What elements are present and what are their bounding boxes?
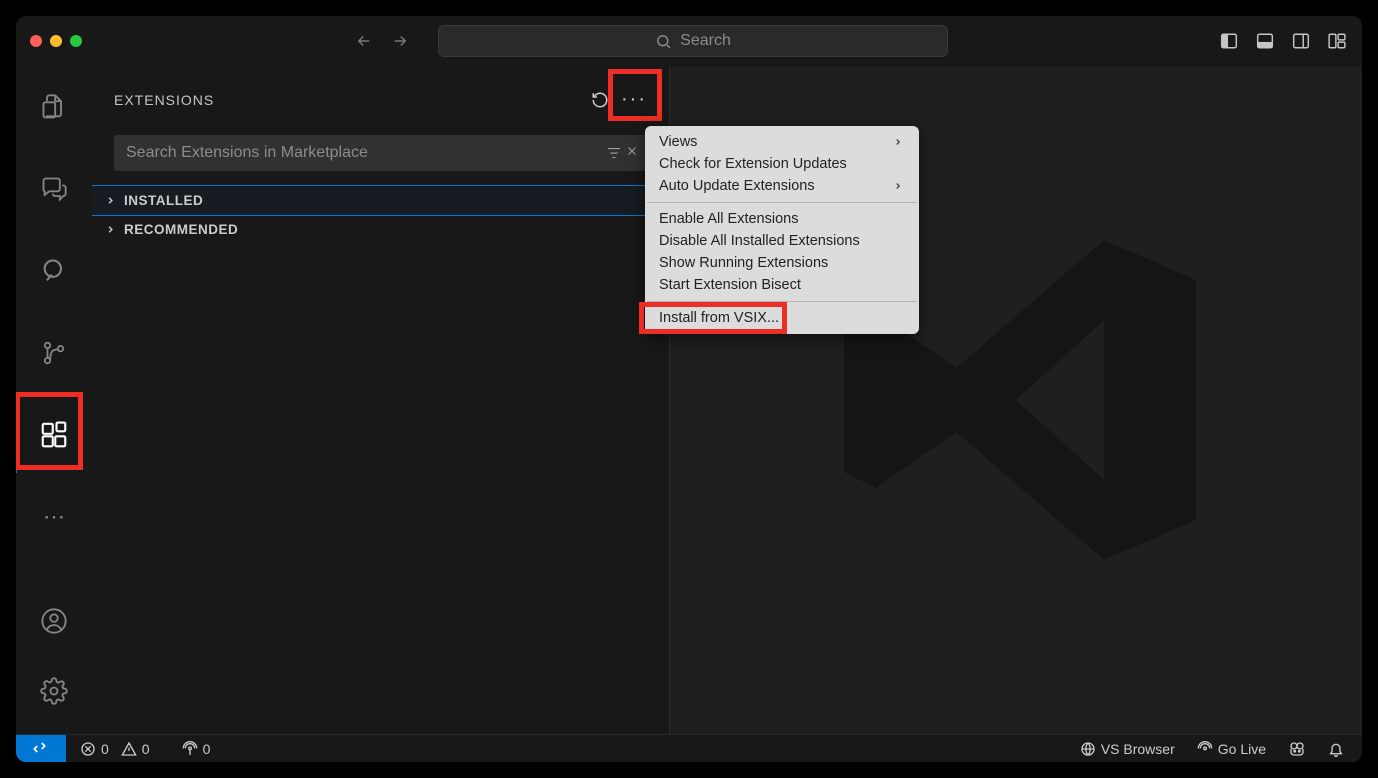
chevron-right-icon <box>893 137 903 147</box>
customize-layout-icon[interactable] <box>1326 30 1348 52</box>
menu-separator <box>647 202 917 203</box>
back-button[interactable] <box>352 29 376 53</box>
status-vs-browser[interactable]: VS Browser <box>1080 741 1175 757</box>
minimize-window-button[interactable] <box>50 35 62 47</box>
toggle-secondary-side-bar-icon[interactable] <box>1290 30 1312 52</box>
extension-search-input[interactable]: Search Extensions in Marketplace <box>114 135 647 171</box>
search-placeholder: Search <box>680 32 731 50</box>
toggle-primary-side-bar-icon[interactable] <box>1218 30 1240 52</box>
extensions-more-menu: Views Check for Extension Updates Auto U… <box>645 126 919 334</box>
title-bar: Search <box>16 16 1362 66</box>
window-controls <box>30 35 82 47</box>
maximize-window-button[interactable] <box>70 35 82 47</box>
more-actions-button[interactable]: ··· <box>621 88 647 111</box>
extensions-tab[interactable] <box>31 412 77 458</box>
search-tab[interactable] <box>31 248 77 294</box>
accounts-button[interactable] <box>31 598 77 644</box>
extensions-sidebar: EXTENSIONS ··· Search Extensions in Mark… <box>92 66 670 734</box>
menu-views[interactable]: Views <box>645 131 919 153</box>
status-ports[interactable]: 0 <box>182 741 211 757</box>
search-icon <box>655 33 672 50</box>
status-errors[interactable]: 0 <box>80 741 109 757</box>
recommended-section-header[interactable]: RECOMMENDED <box>92 216 669 243</box>
menu-check-updates[interactable]: Check for Extension Updates <box>645 153 919 175</box>
chevron-right-icon <box>102 224 118 235</box>
activity-bar: ⋯ <box>16 66 92 734</box>
extension-search-placeholder: Search Extensions in Marketplace <box>126 144 368 162</box>
filter-icon[interactable] <box>605 144 623 162</box>
menu-install-vsix[interactable]: Install from VSIX... <box>645 307 919 329</box>
forward-button[interactable] <box>388 29 412 53</box>
source-control-tab[interactable] <box>31 330 77 376</box>
menu-disable-all[interactable]: Disable All Installed Extensions <box>645 230 919 252</box>
sidebar-title: EXTENSIONS <box>114 92 214 108</box>
recommended-label: RECOMMENDED <box>124 222 238 237</box>
explorer-tab[interactable] <box>31 84 77 130</box>
installed-section-header[interactable]: INSTALLED <box>92 185 669 216</box>
chevron-right-icon <box>893 181 903 191</box>
status-bar: 0 0 0 VS Browser Go Live <box>16 734 1362 762</box>
remote-button[interactable] <box>16 735 66 762</box>
more-tabs[interactable]: ⋯ <box>31 494 77 540</box>
close-window-button[interactable] <box>30 35 42 47</box>
menu-auto-update[interactable]: Auto Update Extensions <box>645 175 919 197</box>
status-bell-icon[interactable] <box>1328 741 1344 757</box>
chat-tab[interactable] <box>31 166 77 212</box>
chevron-right-icon <box>102 195 118 206</box>
clear-icon[interactable] <box>625 144 639 162</box>
status-go-live[interactable]: Go Live <box>1197 741 1266 757</box>
status-warnings[interactable]: 0 <box>121 741 150 757</box>
settings-button[interactable] <box>31 668 77 714</box>
toggle-panel-icon[interactable] <box>1254 30 1276 52</box>
menu-start-bisect[interactable]: Start Extension Bisect <box>645 274 919 296</box>
menu-separator <box>647 301 917 302</box>
menu-enable-all[interactable]: Enable All Extensions <box>645 208 919 230</box>
installed-label: INSTALLED <box>124 193 203 208</box>
status-copilot-icon[interactable] <box>1288 740 1306 758</box>
refresh-button[interactable] <box>591 91 609 109</box>
global-search-input[interactable]: Search <box>438 25 948 57</box>
menu-show-running[interactable]: Show Running Extensions <box>645 252 919 274</box>
